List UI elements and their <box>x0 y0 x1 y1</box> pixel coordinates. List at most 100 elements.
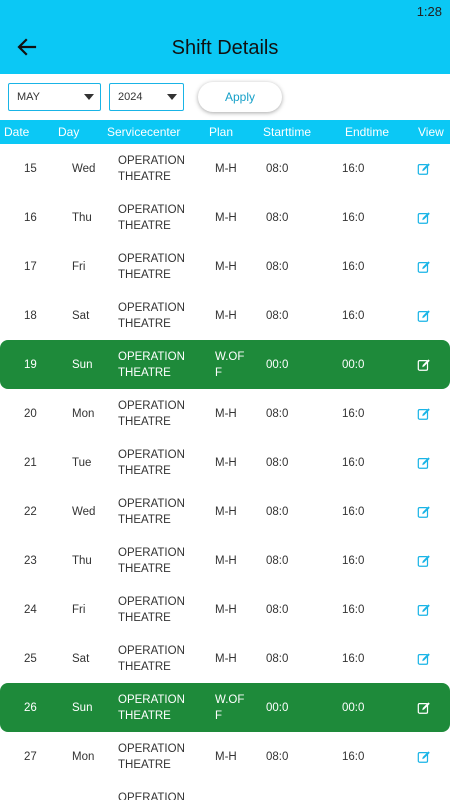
col-view: View <box>418 125 444 139</box>
servicecenter-line1: OPERATION <box>118 644 185 657</box>
edit-icon <box>417 358 430 371</box>
view-button[interactable] <box>417 144 431 193</box>
view-button[interactable] <box>417 340 431 389</box>
view-button[interactable] <box>417 487 431 536</box>
edit-icon <box>417 701 430 714</box>
edit-icon <box>417 554 430 567</box>
servicecenter-line1: OPERATION <box>118 203 185 216</box>
cell-day: Tue <box>72 456 92 469</box>
table-row: 19 Sun OPERATION THEATRE W.OFF 00:0 00:0 <box>0 340 450 389</box>
cell-day: Mon <box>72 407 95 420</box>
cell-plan: M-H <box>215 162 237 175</box>
edit-icon <box>417 162 430 175</box>
cell-day: Fri <box>72 603 86 616</box>
cell-starttime: 08:0 <box>266 554 289 567</box>
view-button[interactable] <box>417 389 431 438</box>
servicecenter-line2: THEATRE <box>118 709 171 722</box>
table-row: 15 Wed OPERATION THEATRE M-H 08:0 16:0 <box>0 144 450 193</box>
cell-starttime: 08:0 <box>266 652 289 665</box>
cell-starttime: 08:0 <box>266 456 289 469</box>
view-button[interactable] <box>417 438 431 487</box>
cell-date: 28 <box>24 781 37 800</box>
view-button[interactable] <box>417 585 431 634</box>
servicecenter-line1: OPERATION <box>118 252 185 265</box>
cell-servicecenter: OPERATION THEATRE <box>118 634 198 683</box>
month-select[interactable]: MAY <box>8 83 101 111</box>
cell-date: 20 <box>24 407 37 420</box>
servicecenter-line2: THEATRE <box>118 660 171 673</box>
cell-endtime: 16:0 <box>342 309 365 322</box>
table-row: 26 Sun OPERATION THEATRE W.OFF 00:0 00:0 <box>0 683 450 732</box>
cell-starttime: 00:0 <box>266 701 289 714</box>
cell-starttime: 08:0 <box>266 750 289 763</box>
cell-servicecenter: OPERATION THEATRE <box>118 144 198 193</box>
servicecenter-line1: OPERATION <box>118 448 185 461</box>
servicecenter-line2: THEATRE <box>118 562 171 575</box>
cell-servicecenter: OPERATION THEATRE <box>118 389 198 438</box>
shift-table-body: 15 Wed OPERATION THEATRE M-H 08:0 16:0 1… <box>0 144 450 800</box>
cell-endtime: 16:0 <box>342 781 364 800</box>
servicecenter-line2: THEATRE <box>118 219 171 232</box>
cell-date: 18 <box>24 309 37 322</box>
edit-icon <box>417 750 430 763</box>
cell-plan: M-H <box>215 309 237 322</box>
cell-day: Wed <box>72 505 96 518</box>
cell-plan: M-H <box>215 407 237 420</box>
cell-endtime: 16:0 <box>342 260 365 273</box>
cell-day: Fri <box>72 260 86 273</box>
cell-endtime: 16:0 <box>342 554 365 567</box>
cell-date: 19 <box>24 358 37 371</box>
table-row: 16 Thu OPERATION THEATRE M-H 08:0 16:0 <box>0 193 450 242</box>
servicecenter-line1: OPERATION <box>118 546 185 559</box>
table-row: 18 Sat OPERATION THEATRE M-H 08:0 16:0 <box>0 291 450 340</box>
cell-date: 25 <box>24 652 37 665</box>
apply-button[interactable]: Apply <box>198 82 282 112</box>
back-button[interactable] <box>14 34 40 60</box>
col-day: Day <box>58 125 80 139</box>
edit-icon <box>417 652 430 665</box>
view-button[interactable] <box>417 683 431 732</box>
month-value: MAY <box>17 91 41 103</box>
servicecenter-line2: THEATRE <box>118 758 171 771</box>
servicecenter-line2: THEATRE <box>118 366 171 379</box>
cell-starttime: 08:0 <box>266 603 289 616</box>
servicecenter-line1: OPERATION <box>118 154 185 167</box>
status-bar: 1:28 <box>0 0 450 22</box>
view-button[interactable] <box>417 536 431 585</box>
cell-endtime: 00:0 <box>342 358 365 371</box>
view-button[interactable] <box>417 732 431 781</box>
chevron-down-icon <box>167 94 177 100</box>
cell-endtime: 16:0 <box>342 603 365 616</box>
view-button[interactable] <box>417 242 431 291</box>
cell-endtime: 16:0 <box>342 407 365 420</box>
cell-starttime: 08:0 <box>266 309 289 322</box>
cell-endtime: 16:0 <box>342 456 365 469</box>
view-button[interactable] <box>417 634 431 683</box>
cell-day: Sun <box>72 701 93 714</box>
cell-servicecenter: OPERATION THEATRE <box>118 536 198 585</box>
view-button[interactable] <box>417 781 431 800</box>
cell-servicecenter: OPERATION THEATRE <box>118 193 198 242</box>
cell-date: 17 <box>24 260 37 273</box>
view-button[interactable] <box>417 193 431 242</box>
edit-icon <box>417 309 430 322</box>
cell-day: Sat <box>72 309 90 322</box>
cell-plan: M-H <box>215 505 237 518</box>
cell-day: Wed <box>72 162 96 175</box>
table-header: Date Day Servicecenter Plan Starttime En… <box>0 120 450 144</box>
table-row: 25 Sat OPERATION THEATRE M-H 08:0 16:0 <box>0 634 450 683</box>
cell-date: 16 <box>24 211 37 224</box>
chevron-down-icon <box>84 94 94 100</box>
view-button[interactable] <box>417 291 431 340</box>
cell-date: 21 <box>24 456 37 469</box>
cell-plan: M-H <box>215 260 237 273</box>
cell-endtime: 16:0 <box>342 211 365 224</box>
cell-plan: M-H <box>215 781 249 800</box>
cell-day: Tue <box>72 781 91 800</box>
cell-day: Thu <box>72 554 92 567</box>
status-time: 1:28 <box>416 3 442 19</box>
cell-starttime: 08:0 <box>266 211 289 224</box>
year-select[interactable]: 2024 <box>109 83 184 111</box>
col-servicecenter: Servicecenter <box>107 125 181 139</box>
servicecenter-line2: THEATRE <box>118 464 171 477</box>
